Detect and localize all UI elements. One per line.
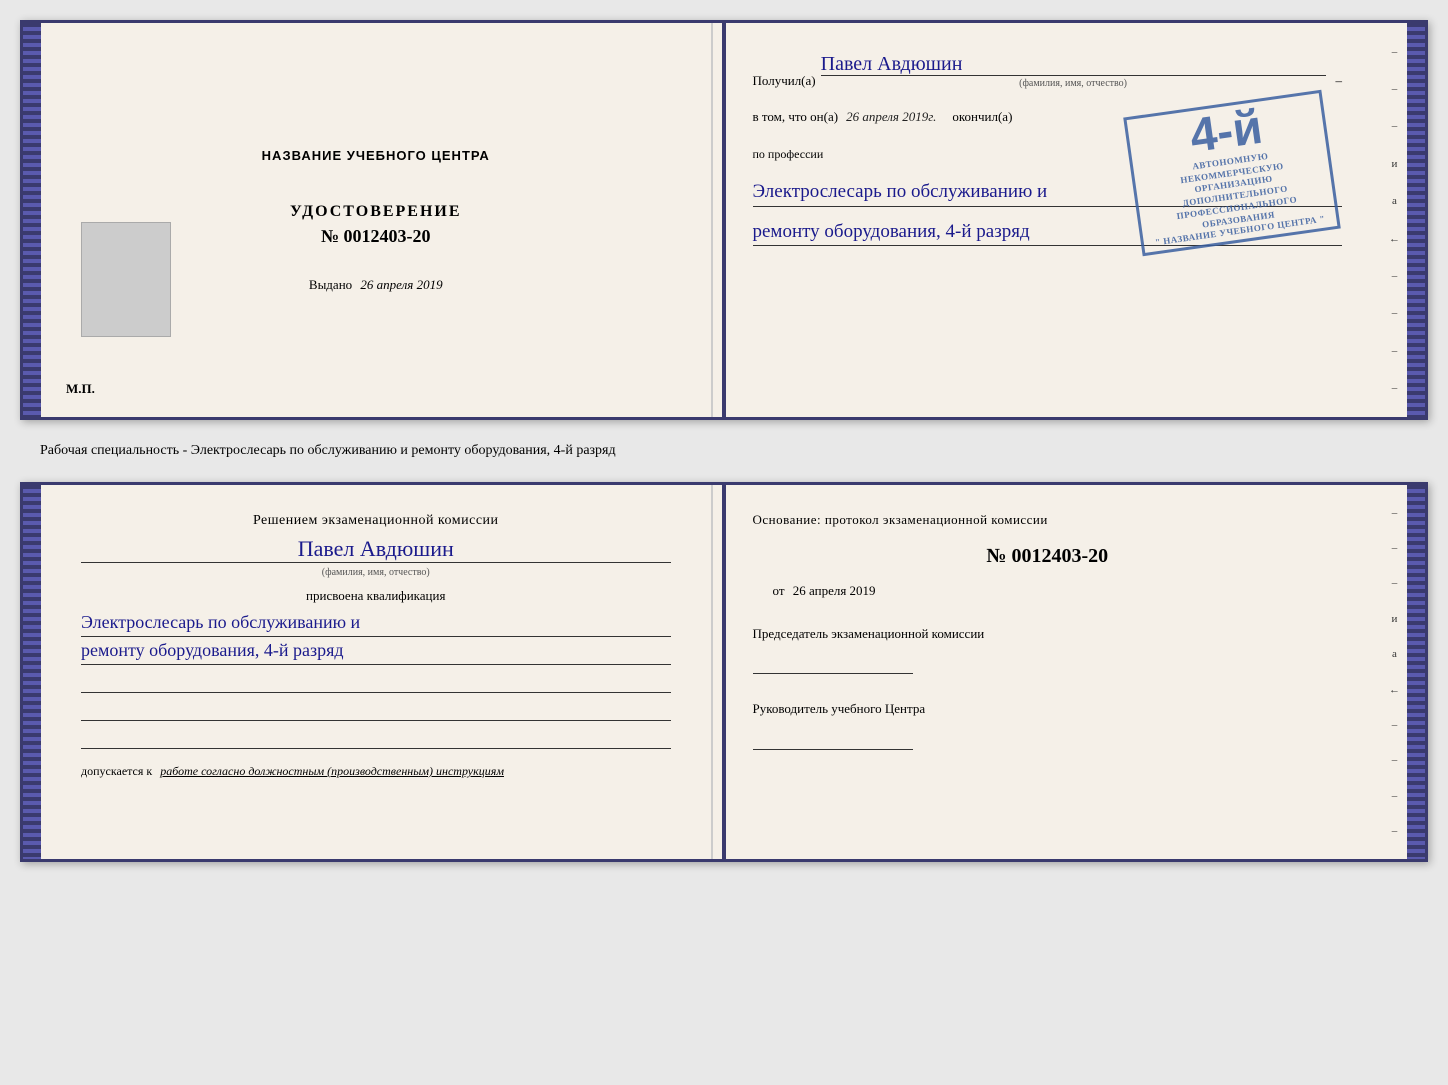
edge-mark-3: – (1392, 120, 1398, 132)
allowed-line: допускается к работе согласно должностны… (81, 764, 671, 779)
qual-line2: ремонту оборудования, 4-й разряд (81, 637, 671, 665)
cert-right-page: Получил(а) Павел Авдюшин (фамилия, имя, … (713, 23, 1383, 417)
book-spine-left (23, 23, 41, 417)
mp-label: М.П. (66, 381, 95, 397)
from-date-line: от 26 апреля 2019 (773, 583, 1343, 599)
qual-line1: Электрослесарь по обслуживанию и (81, 609, 671, 637)
bottom-spine-right (1407, 485, 1425, 859)
edge-mark-4: и (1392, 158, 1398, 170)
bottom-spine-left (23, 485, 41, 859)
middle-text: Рабочая специальность - Электрослесарь п… (20, 438, 1428, 464)
received-label: Получил(а) (753, 73, 816, 89)
received-line: Получил(а) Павел Авдюшин (фамилия, имя, … (753, 53, 1343, 89)
edge-mark-5: а (1392, 195, 1397, 207)
edge-mark-7: – (1392, 270, 1398, 282)
edge-mark-6: ← (1389, 233, 1400, 245)
name-placeholder-top: (фамилия, имя, отчество) (821, 78, 1326, 89)
empty-line-2 (81, 701, 671, 721)
b-edge-mark-7: – (1392, 719, 1398, 731)
name-placeholder-bottom: (фамилия, имя, отчество) (81, 567, 671, 578)
director-label: Руководитель учебного Центра (753, 699, 1343, 719)
learning-center-title: НАЗВАНИЕ УЧЕБНОГО ЦЕНТРА (262, 148, 490, 163)
recipient-name: Павел Авдюшин (821, 53, 1326, 76)
issued-date: 26 апреля 2019 (360, 277, 442, 292)
photo-placeholder (81, 222, 171, 337)
chairman-label: Председатель экзаменационной комиссии (753, 624, 1343, 644)
issued-line: Выдано 26 апреля 2019 (309, 277, 443, 293)
b-edge-mark-8: – (1392, 754, 1398, 766)
b-edge-mark-9: – (1392, 790, 1398, 802)
stamp-overlay: 4-й АВТОНОМНУЮ НЕКОММЕРЧЕСКУЮ ОРГАНИЗАЦИ… (1123, 90, 1341, 256)
edge-mark-10: – (1392, 382, 1398, 394)
b-edge-mark-4: и (1392, 613, 1398, 625)
bottom-right-edge-marks: – – – и а ← – – – – (1382, 485, 1407, 859)
chairman-signature-line (753, 673, 913, 674)
top-certificate-book: НАЗВАНИЕ УЧЕБНОГО ЦЕНТРА УДОСТОВЕРЕНИЕ №… (20, 20, 1428, 420)
empty-line-1 (81, 673, 671, 693)
bottom-right-page: Основание: протокол экзаменационной коми… (713, 485, 1383, 859)
decision-title: Решением экзаменационной комиссии (81, 510, 671, 531)
from-date-value: 26 апреля 2019 (793, 583, 876, 598)
assigned-label: присвоена квалификация (81, 588, 671, 604)
b-edge-mark-2: – (1392, 542, 1398, 554)
person-name-large: Павел Авдюшин (81, 536, 671, 563)
issued-label: Выдано (309, 277, 352, 292)
b-edge-mark-6: ← (1389, 684, 1400, 696)
cert-type-label: УДОСТОВЕРЕНИЕ (290, 203, 462, 221)
edge-mark-1: – (1392, 46, 1398, 58)
from-label: от (773, 583, 785, 598)
edge-mark-8: – (1392, 307, 1398, 319)
b-edge-mark-10: – (1392, 825, 1398, 837)
basis-title: Основание: протокол экзаменационной коми… (753, 510, 1343, 530)
book-spine-right (1407, 23, 1425, 417)
completed-date: 26 апреля 2019г. (846, 109, 936, 125)
b-edge-mark-1: – (1392, 507, 1398, 519)
cert-number: № 0012403-20 (321, 226, 431, 247)
b-edge-mark-5: а (1392, 648, 1397, 660)
cert-left-page: НАЗВАНИЕ УЧЕБНОГО ЦЕНТРА УДОСТОВЕРЕНИЕ №… (41, 23, 713, 417)
empty-line-3 (81, 729, 671, 749)
director-signature-line (753, 749, 913, 750)
b-edge-mark-3: – (1392, 577, 1398, 589)
edge-mark-9: – (1392, 345, 1398, 357)
allowed-text: работе согласно должностным (производств… (160, 764, 504, 778)
bottom-left-page: Решением экзаменационной комиссии Павел … (41, 485, 713, 859)
edge-mark-2: – (1392, 83, 1398, 95)
bottom-certificate-book: Решением экзаменационной комиссии Павел … (20, 482, 1428, 862)
page-wrapper: НАЗВАНИЕ УЧЕБНОГО ЦЕНТРА УДОСТОВЕРЕНИЕ №… (20, 20, 1428, 862)
protocol-number: № 0012403-20 (753, 545, 1343, 568)
allowed-label: допускается к (81, 764, 152, 778)
right-edge-marks: – – – и а ← – – – – (1382, 23, 1407, 417)
tom-label: в том, что он(а) (753, 109, 839, 125)
completed-label: окончил(а) (952, 109, 1012, 125)
